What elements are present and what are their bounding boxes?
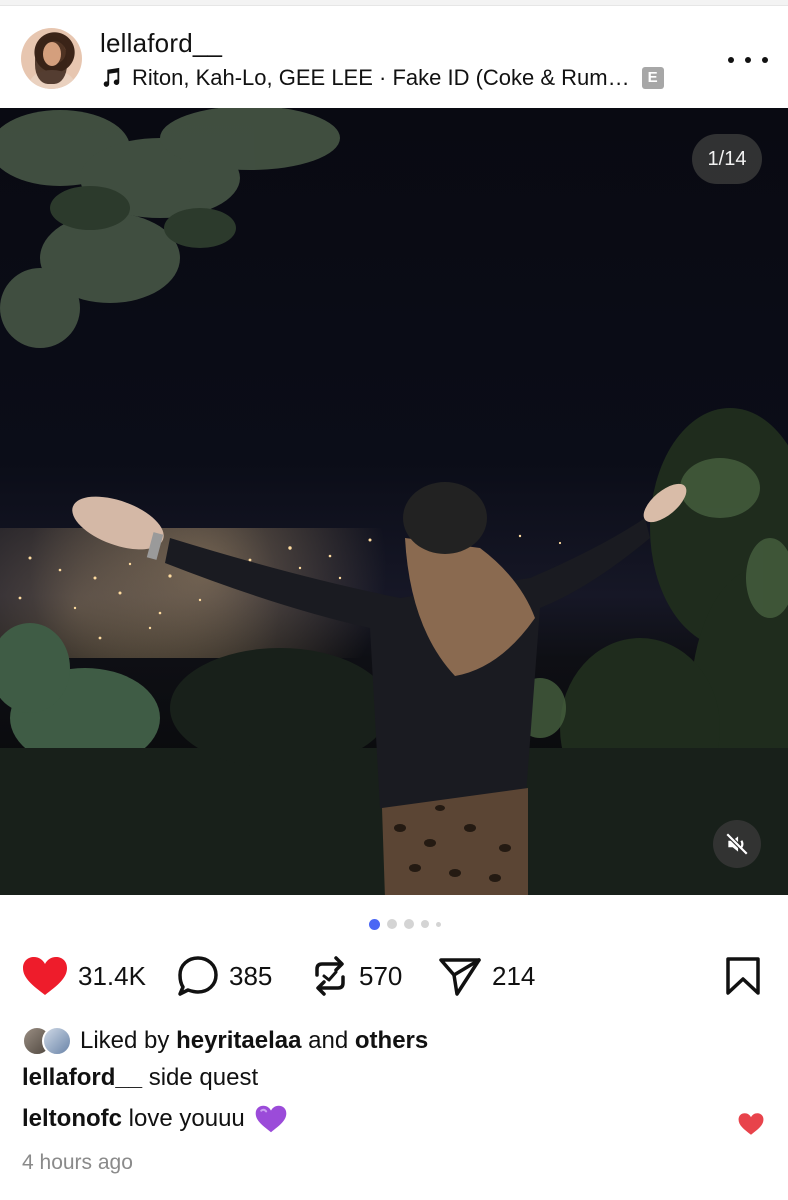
liked-by-others[interactable]: others xyxy=(355,1027,428,1054)
post-caption: lellaford__ side quest xyxy=(22,1064,258,1092)
share-button[interactable]: 214 xyxy=(438,950,535,1002)
heart-icon xyxy=(23,957,67,995)
comment-text: love youuu xyxy=(128,1105,245,1132)
photo-scene xyxy=(0,108,788,895)
bookmark-icon xyxy=(726,957,760,995)
post-header: lellaford__ Riton, Kah-Lo, GEE LEE · Fak… xyxy=(0,6,788,108)
repost-count: 570 xyxy=(359,960,403,991)
carousel-dot xyxy=(436,921,441,927)
music-row[interactable]: Riton, Kah-Lo, GEE LEE · Fake ID (Coke &… xyxy=(100,64,664,92)
image-counter: 1/14 xyxy=(692,134,762,184)
liked-by-row[interactable]: Liked by heyritaelaa and others xyxy=(22,1024,428,1058)
action-bar: 31.4K 385 570 214 xyxy=(0,950,788,1002)
liked-by-user[interactable]: heyritaelaa xyxy=(176,1027,301,1054)
comment-like-heart-icon[interactable] xyxy=(738,1112,764,1136)
post-timestamp: 4 hours ago xyxy=(22,1151,133,1174)
liked-by-text: Liked by heyritaelaa and others xyxy=(80,1027,429,1054)
comment-button[interactable]: 385 xyxy=(177,950,272,1002)
more-options-button[interactable] xyxy=(728,50,768,70)
carousel-dot xyxy=(404,919,414,929)
purple-heart-icon xyxy=(255,1105,287,1133)
send-icon xyxy=(439,958,481,996)
volume-muted-icon xyxy=(725,832,749,856)
bookmark-button[interactable] xyxy=(724,950,762,1002)
caption-text: side quest xyxy=(148,1064,259,1091)
post-photo[interactable]: 1/14 xyxy=(0,108,788,895)
music-note-icon xyxy=(103,67,120,87)
liker-avatar xyxy=(42,1026,72,1056)
carousel-dot xyxy=(421,920,429,928)
comment-count: 385 xyxy=(229,960,273,991)
repost-icon xyxy=(315,956,345,996)
comment-username[interactable]: leltonofc xyxy=(22,1105,122,1133)
music-title: Riton, Kah-Lo, GEE LEE · Fake ID (Coke &… xyxy=(132,65,630,90)
more-horizontal-icon xyxy=(728,57,734,63)
like-count: 31.4K xyxy=(78,960,146,991)
carousel-dot xyxy=(369,918,380,930)
mute-button[interactable] xyxy=(713,820,761,868)
username[interactable]: lellaford__ xyxy=(100,28,222,59)
carousel-dot xyxy=(387,919,397,929)
top-comment[interactable]: leltonofc love youuu xyxy=(22,1104,287,1134)
caption-username[interactable]: lellaford__ xyxy=(22,1064,142,1091)
carousel-indicator xyxy=(369,918,441,930)
explicit-badge: E xyxy=(641,67,664,89)
repost-button[interactable]: 570 xyxy=(311,950,402,1002)
share-count: 214 xyxy=(492,960,536,991)
avatar[interactable] xyxy=(21,28,82,89)
comment-bubble-icon xyxy=(178,956,218,996)
like-button[interactable]: 31.4K xyxy=(22,950,146,1002)
